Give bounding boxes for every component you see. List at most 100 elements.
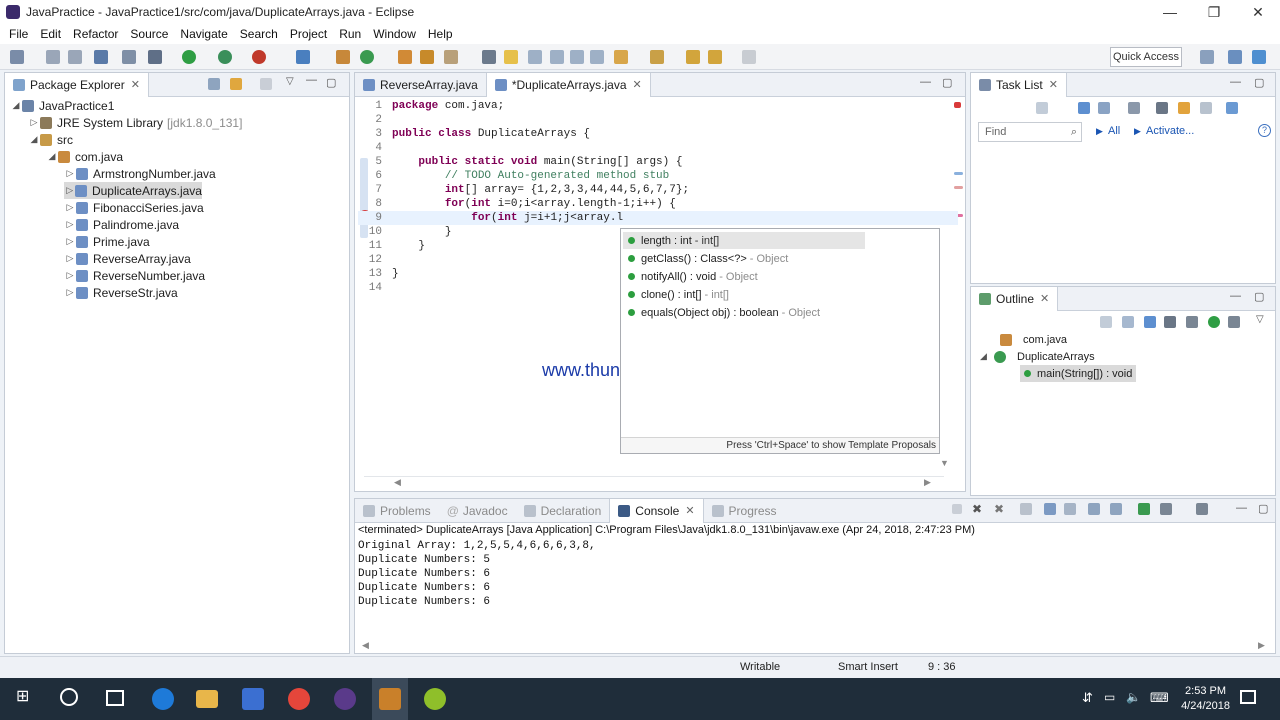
last-edit-icon[interactable]: [650, 50, 664, 64]
outline-class[interactable]: ◢ DuplicateArrays: [980, 348, 1095, 365]
windows-start-icon[interactable]: ⊞: [16, 688, 34, 706]
sort-icon[interactable]: [1122, 316, 1134, 328]
new-task-icon[interactable]: [1036, 102, 1048, 114]
maximize-view-icon[interactable]: ▢: [942, 76, 952, 89]
new-class-icon[interactable]: [360, 50, 374, 64]
tree-src[interactable]: ◢ src: [28, 131, 73, 148]
open-perspective-icon[interactable]: [1200, 50, 1214, 64]
show-stdout-icon[interactable]: [1088, 503, 1100, 515]
highlight-icon[interactable]: [504, 50, 518, 64]
task-find-input[interactable]: Find ⌕: [978, 122, 1082, 142]
scroll-lock-icon[interactable]: [1044, 503, 1056, 515]
chevron-down-icon[interactable]: ◢: [28, 134, 40, 145]
volume-icon[interactable]: 🔈: [1126, 690, 1141, 704]
code-line[interactable]: 3 public class DuplicateArrays {: [358, 127, 958, 141]
scroll-right-icon[interactable]: ▶: [1258, 640, 1265, 651]
chevron-right-icon[interactable]: ▷: [64, 219, 76, 230]
word-wrap-icon[interactable]: [1064, 503, 1076, 515]
chevron-down-icon[interactable]: ◢: [10, 100, 22, 111]
chevron-right-icon[interactable]: ▷: [64, 253, 76, 264]
proposal-item[interactable]: equals(Object obj) : boolean - Object: [623, 304, 865, 321]
tab-progress[interactable]: Progress: [704, 499, 785, 523]
menu-navigate[interactable]: Navigate: [180, 27, 227, 41]
edge-icon[interactable]: [152, 688, 174, 710]
open-type-icon[interactable]: [398, 50, 412, 64]
maximize-view-icon[interactable]: ▢: [1254, 76, 1264, 89]
code-line[interactable]: 6 // TODO Auto-generated method stub: [358, 169, 958, 183]
scroll-down-icon[interactable]: ▼: [940, 458, 949, 468]
network-icon[interactable]: ▭: [1104, 690, 1115, 704]
chevron-right-icon[interactable]: ▷: [64, 287, 76, 298]
recorder-icon[interactable]: [379, 688, 401, 710]
code-line[interactable]: 7 int[] array= {1,2,3,3,44,44,5,6,7,7};: [358, 183, 958, 197]
display-console-icon[interactable]: [1160, 503, 1172, 515]
show-source-icon[interactable]: [570, 50, 584, 64]
maximize-view-icon[interactable]: ▢: [1258, 502, 1268, 515]
maximize-view-icon[interactable]: ▢: [326, 76, 336, 89]
scroll-left-icon[interactable]: ◀: [394, 477, 401, 488]
chevron-right-icon[interactable]: ▷: [64, 185, 75, 196]
view-menu-icon[interactable]: ▽: [1256, 314, 1264, 325]
minimize-view-icon[interactable]: —: [920, 76, 931, 88]
tree-project[interactable]: ◢ JavaPractice1: [10, 97, 115, 114]
minimize-view-icon[interactable]: —: [306, 74, 317, 86]
categorized-icon[interactable]: [1078, 102, 1090, 114]
external-tools-icon[interactable]: [252, 50, 266, 64]
new-java-project-icon[interactable]: [296, 50, 310, 64]
tab-console[interactable]: Console ✕: [609, 498, 704, 523]
task-view-icon[interactable]: [106, 690, 124, 706]
tree-file[interactable]: ▷ FibonacciSeries.java: [64, 199, 204, 216]
block-selection-icon[interactable]: [550, 50, 564, 64]
hide-static-icon[interactable]: [1164, 316, 1176, 328]
run-icon[interactable]: [182, 50, 196, 64]
sync-icon[interactable]: [1178, 102, 1190, 114]
proposal-item[interactable]: length : int - int[]: [623, 232, 865, 249]
people-icon[interactable]: ⇵: [1082, 690, 1093, 706]
horizontal-scrollbar[interactable]: ◀ ▶: [364, 476, 944, 488]
menu-window[interactable]: Window: [373, 27, 416, 41]
menu-source[interactable]: Source: [130, 27, 168, 41]
scroll-right-icon[interactable]: ▶: [924, 477, 931, 488]
minimize-button[interactable]: —: [1148, 0, 1192, 24]
eclipse-taskbar-icon[interactable]: [334, 688, 356, 710]
tab-duplicate-arrays[interactable]: *DuplicateArrays.java ✕: [485, 72, 651, 97]
menu-edit[interactable]: Edit: [40, 27, 61, 41]
collapse-all-icon[interactable]: [208, 78, 220, 90]
tab-javadoc[interactable]: @ Javadoc: [439, 499, 516, 523]
filter-icon[interactable]: [1156, 102, 1168, 114]
view-menu-icon[interactable]: ▽: [286, 76, 294, 87]
tree-file[interactable]: ▷ ReverseArray.java: [64, 250, 191, 267]
next-annotation-icon[interactable]: [590, 50, 604, 64]
tab-reverse-array[interactable]: ReverseArray.java: [355, 73, 486, 97]
show-stderr-icon[interactable]: [1110, 503, 1122, 515]
store-icon[interactable]: [242, 688, 264, 710]
code-line[interactable]: 8 for(int i=0;i<array.length-1;i++) {: [358, 197, 958, 211]
tree-jre[interactable]: ▷ JRE System Library [jdk1.8.0_131]: [28, 114, 243, 131]
maximize-view-icon[interactable]: ▢: [1254, 290, 1264, 303]
menu-search[interactable]: Search: [240, 27, 278, 41]
tab-task-list[interactable]: Task List ✕: [971, 72, 1067, 97]
new-icon[interactable]: [10, 50, 24, 64]
menu-help[interactable]: Help: [428, 27, 453, 41]
chevron-right-icon[interactable]: ▷: [64, 270, 76, 281]
coverage-icon[interactable]: [218, 50, 232, 64]
chevron-right-icon[interactable]: ▷: [64, 168, 76, 179]
search-toolbar-icon[interactable]: [444, 50, 458, 64]
proposal-item[interactable]: notifyAll() : void - Object: [623, 268, 865, 285]
outline-method[interactable]: main(String[]) : void: [1020, 365, 1137, 382]
code-line[interactable]: 1 package com.java;: [358, 99, 958, 113]
tree-file-selected[interactable]: ▷ DuplicateArrays.java: [64, 182, 202, 199]
chevron-right-icon[interactable]: ▷: [64, 202, 76, 213]
show-whitespace-icon[interactable]: [528, 50, 542, 64]
cortana-search-icon[interactable]: [60, 688, 78, 706]
hide-fields-icon[interactable]: [1144, 316, 1156, 328]
focus-task-icon[interactable]: [260, 78, 272, 90]
close-icon[interactable]: ✕: [633, 78, 642, 91]
close-icon[interactable]: ✕: [1049, 78, 1058, 91]
skip-breakpoints-icon[interactable]: [122, 50, 136, 64]
back-icon[interactable]: [686, 50, 700, 64]
forward-disabled-icon[interactable]: [742, 50, 756, 64]
hide-local-types-icon[interactable]: [1208, 316, 1220, 328]
file-explorer-icon[interactable]: [196, 690, 218, 708]
chevron-right-icon[interactable]: ▷: [28, 117, 40, 128]
